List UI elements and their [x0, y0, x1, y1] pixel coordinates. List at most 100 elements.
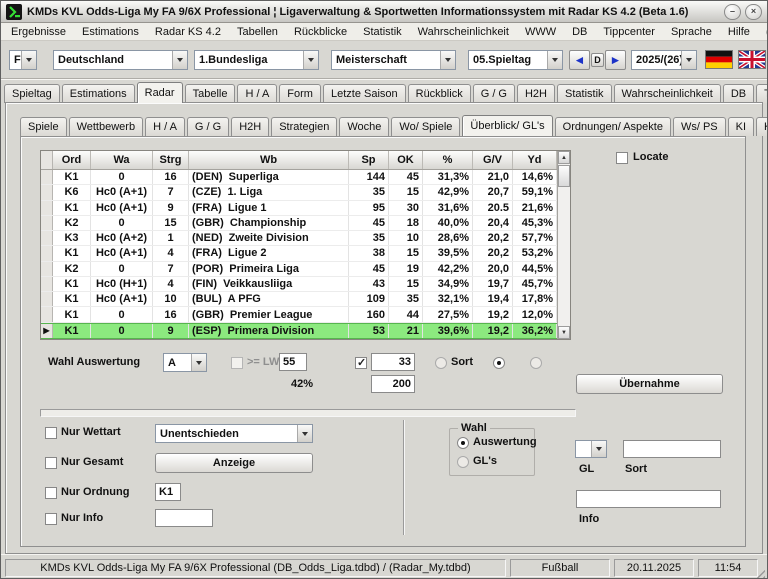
table-header-sp[interactable]: Sp [349, 151, 389, 169]
nur-wettart-checkbox[interactable] [45, 427, 57, 439]
matchday-select[interactable]: 05.Spieltag [468, 50, 563, 70]
table-header-yd[interactable]: Yd [513, 151, 557, 169]
chevron-down-icon[interactable] [440, 51, 455, 69]
table-row[interactable]: K207(POR) Primeira Liga451942,2%20,044,5… [41, 262, 557, 277]
row-marker-icon[interactable]: ▶ [41, 324, 53, 338]
threshold-checkbox[interactable] [355, 357, 367, 369]
wettart-select[interactable]: Unentschieden [155, 424, 313, 443]
league-select[interactable]: 1.Bundesliga [194, 50, 319, 70]
sort-radio-left[interactable] [435, 357, 447, 369]
tab-wahrscheinlichkeit[interactable]: Wahrscheinlichkeit [614, 84, 721, 103]
lw-input[interactable] [279, 353, 307, 371]
ordnung-input[interactable] [155, 483, 181, 501]
sort-input[interactable] [623, 440, 721, 458]
menu-item-c[interactable]: (C) [758, 26, 768, 38]
subtab-h2h[interactable]: H2H [231, 117, 269, 136]
table-scrollbar[interactable]: ▲ ▼ [557, 151, 570, 339]
auswertung-select[interactable]: A [163, 353, 207, 372]
subtab-g-g[interactable]: G / G [187, 117, 229, 136]
tab-rückblick[interactable]: Rückblick [408, 84, 471, 103]
menu-item-db[interactable]: DB [564, 26, 595, 38]
sort-radio-right[interactable] [530, 357, 542, 369]
locate-checkbox[interactable] [616, 152, 628, 164]
table-header-g-v[interactable]: G/V [473, 151, 513, 169]
scroll-down-icon[interactable]: ▼ [558, 326, 570, 339]
gls-radio[interactable] [457, 456, 469, 468]
competition-select[interactable]: Meisterschaft [331, 50, 456, 70]
row-selector[interactable] [41, 216, 53, 230]
table-row[interactable]: K1Hc0 (A+1)4(FRA) Ligue 2381539,5%20,253… [41, 246, 557, 261]
menu-item-radar-ks-4-2[interactable]: Radar KS 4.2 [147, 26, 229, 38]
nur-gesamt-checkbox[interactable] [45, 457, 57, 469]
next-arrow-button[interactable]: ► [605, 50, 626, 70]
chevron-down-icon[interactable] [591, 441, 606, 457]
chevron-down-icon[interactable] [172, 51, 187, 69]
uebernahme-button[interactable]: Übernahme [576, 374, 723, 394]
tab-tabelle[interactable]: Tabelle [185, 84, 236, 103]
gl-select[interactable] [575, 440, 607, 458]
close-button[interactable]: × [745, 4, 762, 20]
table-header-ord[interactable]: Ord [53, 151, 91, 169]
table-row[interactable]: K1Hc0 (H+1)4(FIN) Veikkausliiga431534,9%… [41, 277, 557, 292]
subtab-ordnungen-aspekte[interactable]: Ordnungen/ Aspekte [555, 117, 671, 136]
table-row[interactable]: K3Hc0 (A+2)1(NED) Zweite Division351028,… [41, 231, 557, 246]
subtab-h-a[interactable]: H / A [145, 117, 185, 136]
subtab-ws-ps[interactable]: Ws/ PS [673, 117, 726, 136]
info-input[interactable] [576, 490, 721, 508]
tab-letzte-saison[interactable]: Letzte Saison [323, 84, 406, 103]
row-selector[interactable] [41, 246, 53, 260]
row-selector[interactable] [41, 170, 53, 184]
row-selector[interactable] [41, 201, 53, 215]
lw-checkbox[interactable] [231, 357, 243, 369]
tab-spieltag[interactable]: Spieltag [4, 84, 60, 103]
table-row[interactable]: K1016(GBR) Premier League1604427,5%19,21… [41, 307, 557, 322]
table-row[interactable]: K1Hc0 (A+1)10(BUL) A PFG1093532,1%19,417… [41, 292, 557, 307]
sort-radio-middle[interactable] [493, 357, 505, 369]
table-row[interactable]: K1Hc0 (A+1)9(FRA) Ligue 1953031,6%20.521… [41, 201, 557, 216]
chevron-down-icon[interactable] [681, 51, 696, 69]
row-selector[interactable] [41, 307, 53, 321]
menu-item-ergebnisse[interactable]: Ergebnisse [3, 26, 74, 38]
chevron-down-icon[interactable] [21, 51, 36, 69]
german-flag-icon[interactable] [705, 50, 733, 69]
menu-item-statistik[interactable]: Statistik [355, 26, 410, 38]
subtab-spiele[interactable]: Spiele [20, 117, 67, 136]
tab-g-g[interactable]: G / G [473, 84, 515, 103]
tab-statistik[interactable]: Statistik [557, 84, 612, 103]
f-select[interactable]: F [9, 50, 37, 70]
chevron-down-icon[interactable] [303, 51, 318, 69]
tab-estimations[interactable]: Estimations [62, 84, 135, 103]
limit-input[interactable] [371, 375, 415, 393]
table-row[interactable]: K1016(DEN) Superliga1444531,3%21,014,6% [41, 170, 557, 185]
row-selector[interactable] [41, 292, 53, 306]
nur-info-checkbox[interactable] [45, 513, 57, 525]
nur-ordnung-checkbox[interactable] [45, 487, 57, 499]
anzeige-button[interactable]: Anzeige [155, 453, 313, 473]
table-header-[interactable]: % [423, 151, 473, 169]
menu-item-sprache[interactable]: Sprache [663, 26, 720, 38]
tab-tc[interactable]: TC [756, 84, 768, 103]
menu-item-wahrscheinlichkeit[interactable]: Wahrscheinlichkeit [410, 26, 517, 38]
table-row[interactable]: K6Hc0 (A+1)7(CZE) 1. Liga351542,9%20,759… [41, 185, 557, 200]
table-header-ok[interactable]: OK [389, 151, 423, 169]
d-button[interactable]: D [591, 53, 604, 67]
menu-item-tippcenter[interactable]: Tippcenter [595, 26, 663, 38]
subtab-überblick-gl-s[interactable]: Überblick/ GL's [462, 115, 552, 136]
subtab-wettbewerb[interactable]: Wettbewerb [69, 117, 144, 136]
table-header-wa[interactable]: Wa [91, 151, 153, 169]
prev-arrow-button[interactable]: ◄ [569, 50, 590, 70]
tab-h2h[interactable]: H2H [517, 84, 555, 103]
row-selector[interactable] [41, 231, 53, 245]
table-row[interactable]: K2015(GBR) Championship451840,0%20,445,3… [41, 216, 557, 231]
minimize-button[interactable]: – [724, 4, 741, 20]
table-header-strg[interactable]: Strg [153, 151, 189, 169]
subtab-ksi[interactable]: KSI [756, 117, 768, 136]
tab-db[interactable]: DB [723, 84, 754, 103]
tab-radar[interactable]: Radar [137, 82, 183, 103]
tab-form[interactable]: Form [279, 84, 321, 103]
menu-item-hilfe[interactable]: Hilfe [720, 26, 758, 38]
row-selector[interactable] [41, 185, 53, 199]
table-row[interactable]: ▶K109(ESP) Primera Division532139,6%19,2… [41, 323, 557, 339]
row-selector[interactable] [41, 262, 53, 276]
season-select[interactable]: 2025/(26) [631, 50, 697, 70]
